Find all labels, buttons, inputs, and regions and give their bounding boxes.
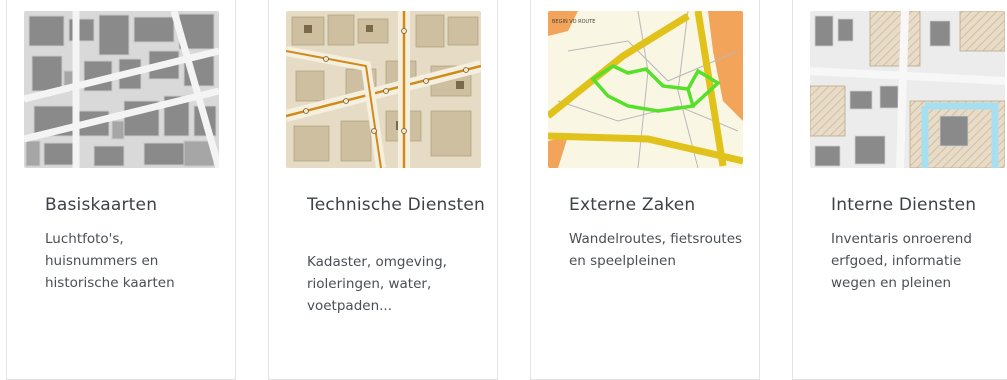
card-description: Kadaster, omgeving, rioleringen, water, … [307, 254, 447, 314]
card-title: Technische Diensten [307, 195, 486, 215]
technische-diensten-map-thumbnail[interactable] [286, 11, 481, 168]
interne-diensten-map-thumbnail[interactable] [810, 11, 1005, 168]
card-description: Luchtfoto's, huisnummers en historische … [45, 231, 175, 291]
card-title: Externe Zaken [569, 195, 696, 215]
map-label: BEGIN VD ROUTE [552, 19, 595, 25]
card-title: Basiskaarten [45, 195, 158, 215]
card-title: Interne Diensten [831, 195, 977, 215]
basiskaarten-map-thumbnail[interactable] [24, 11, 219, 168]
card-description: Wandelroutes, fietsroutes en speelpleine… [569, 231, 743, 269]
card-technische-diensten[interactable]: Technische Diensten Kadaster, omgeving, … [268, 0, 498, 380]
card-basiskaarten[interactable]: Basiskaarten Luchtfoto's, huisnummers en… [6, 0, 236, 380]
card-interne-diensten[interactable]: Interne Diensten Inventaris onroerend er… [792, 0, 1007, 380]
card-description: Inventaris onroerend erfgoed, informatie… [831, 231, 972, 291]
card-externe-zaken[interactable]: BEGIN VD ROUTE Externe Zaken Wandelroute… [530, 0, 760, 380]
externe-zaken-map-thumbnail[interactable]: BEGIN VD ROUTE [548, 11, 743, 168]
